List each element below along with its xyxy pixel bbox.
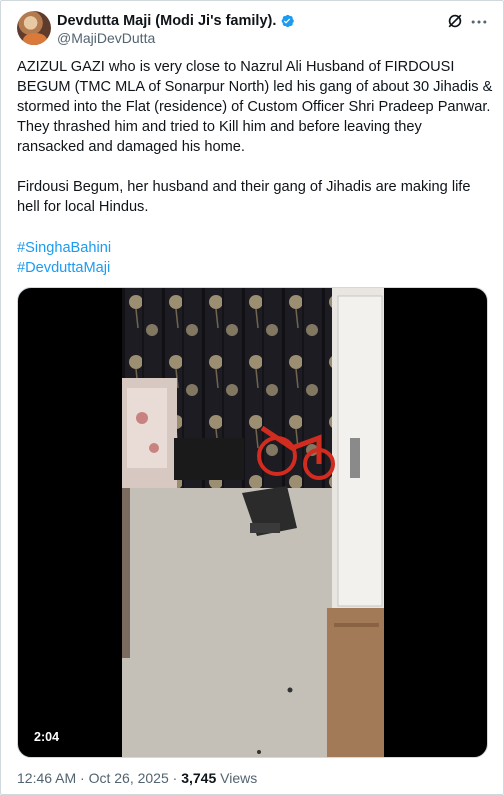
hashtag-list: #SinghaBahini #DevduttaMaji [17, 238, 111, 278]
more-options-icon[interactable] [469, 12, 489, 32]
meta-separator: · [168, 770, 182, 786]
views-label: Views [220, 770, 258, 786]
verified-badge-icon [281, 14, 295, 28]
tweet-text: AZIZUL GAZI who is very close to Nazrul … [17, 57, 493, 217]
video-player[interactable]: 2:04 [17, 287, 488, 758]
author-handle[interactable]: @MajiDevDutta [57, 30, 155, 46]
hashtag-link[interactable]: #SinghaBahini [17, 238, 111, 258]
grok-icon[interactable] [445, 11, 465, 31]
tweet-metadata: 12:46 AM · Oct 26, 2025 · 3,745 Views [17, 770, 257, 786]
tweet-card[interactable]: Devdutta Maji (Modi Ji's family). @MajiD… [0, 0, 504, 795]
tweet-header: Devdutta Maji (Modi Ji's family). @MajiD… [17, 11, 489, 51]
video-duration: 2:04 [28, 727, 66, 747]
video-thumbnail [122, 288, 384, 757]
author-name-row: Devdutta Maji (Modi Ji's family). [57, 12, 295, 30]
avatar[interactable] [17, 11, 51, 45]
hashtag-link[interactable]: #DevduttaMaji [17, 258, 111, 278]
tweet-timestamp[interactable]: 12:46 AM · Oct 26, 2025 [17, 770, 169, 786]
tweet-paragraph: AZIZUL GAZI who is very close to Nazrul … [17, 59, 493, 155]
views-count: 3,745 [181, 770, 217, 786]
author-display-name[interactable]: Devdutta Maji (Modi Ji's family). [57, 13, 276, 29]
tweet-paragraph: Firdousi Begum, her husband and their ga… [17, 179, 471, 215]
